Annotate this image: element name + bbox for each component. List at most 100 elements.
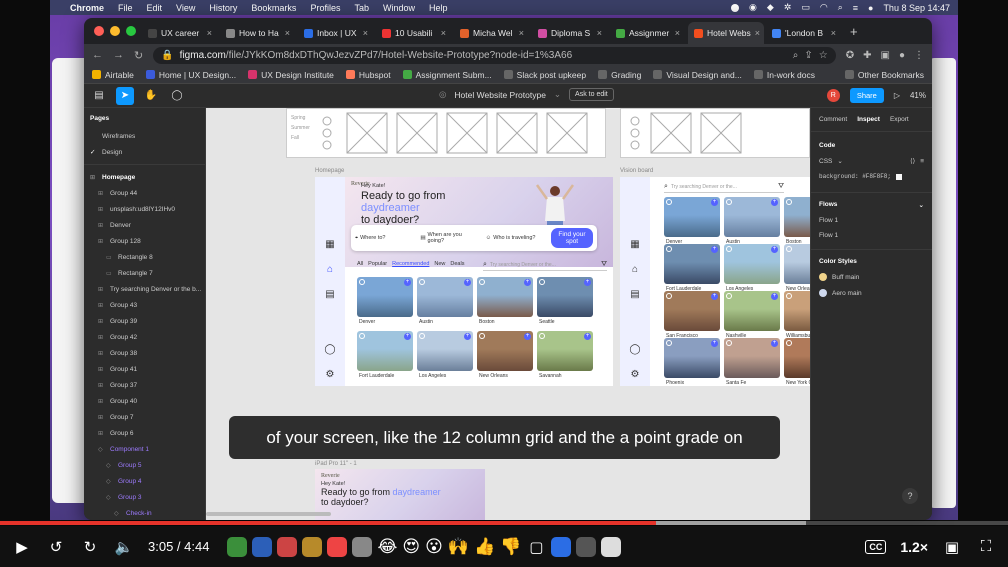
close-tab-icon[interactable]: × xyxy=(675,28,680,38)
file-title[interactable]: Hotel Website Prototype xyxy=(454,90,546,100)
layer-item[interactable]: ⊞ Try searching Denver or the b... xyxy=(84,281,205,297)
layer-item[interactable]: ⊞ Group 42 xyxy=(84,329,205,345)
layer-item[interactable]: ⊞ Homepage xyxy=(84,169,205,185)
bookmark-item[interactable]: Other Bookmarks xyxy=(844,70,924,80)
wifi-icon[interactable]: ◠ xyxy=(820,2,828,13)
zoom-magnifier-icon[interactable]: ⌕ xyxy=(793,50,799,61)
bookmark-item[interactable]: Slack post upkeep xyxy=(503,70,586,80)
layer-item[interactable]: ⊞ Group 6 xyxy=(84,425,205,441)
record-icon[interactable] xyxy=(730,3,739,12)
puzzle-icon[interactable]: ✚ xyxy=(863,50,871,61)
menu-tab[interactable]: Tab xyxy=(354,3,369,13)
forward-icon[interactable]: → xyxy=(113,49,124,61)
share-page-icon[interactable]: ⇪ xyxy=(804,50,812,61)
browser-tab[interactable]: 10 Usabili × xyxy=(376,22,452,44)
play-icon[interactable]: ▶ xyxy=(12,538,32,556)
menu-history[interactable]: History xyxy=(209,3,237,13)
bookmark-item[interactable]: Grading xyxy=(598,70,641,80)
close-tab-icon[interactable]: × xyxy=(519,28,524,38)
menu-profiles[interactable]: Profiles xyxy=(310,3,340,13)
bookmark-item[interactable]: Airtable xyxy=(92,70,134,80)
browser-tab[interactable]: How to Ha × xyxy=(220,22,296,44)
flow-item[interactable]: Flow 1 xyxy=(811,228,932,243)
layer-item[interactable]: ◇ Group 3 xyxy=(84,489,205,505)
layer-item[interactable]: ◇ Component 1 xyxy=(84,441,205,457)
close-tab-icon[interactable]: × xyxy=(207,28,212,38)
browser-tab[interactable]: Assignmer × xyxy=(610,22,686,44)
browser-tab[interactable]: Diploma S × xyxy=(532,22,608,44)
search-icon[interactable]: ⌕ xyxy=(838,2,843,13)
captions-button[interactable]: CC xyxy=(865,539,887,554)
bookmark-item[interactable]: Hubspot xyxy=(345,70,391,80)
color-style-item[interactable]: Buff main xyxy=(811,269,932,285)
settings-icon[interactable]: ✲ xyxy=(784,2,792,13)
bookmark-star-icon[interactable]: ☆ xyxy=(819,50,828,61)
comment-tool-icon[interactable]: ◯ xyxy=(168,87,186,105)
rewind-icon[interactable]: ↺ xyxy=(46,538,66,556)
chevron-down-icon[interactable]: ⌄ xyxy=(919,201,924,209)
ipad-frame-label[interactable]: iPad Pro 11" - 1 xyxy=(315,461,357,467)
move-tool-icon[interactable]: ➤ xyxy=(116,86,134,105)
volume-icon[interactable]: 🔈 xyxy=(114,538,134,556)
layer-item[interactable]: ◇ Group 4 xyxy=(84,473,205,489)
forward-icon[interactable]: ↻ xyxy=(80,538,100,556)
layer-item[interactable]: ⊞ Group 37 xyxy=(84,377,205,393)
layer-item[interactable]: ⊞ Group 7 xyxy=(84,409,205,425)
layer-item[interactable]: ⊞ Group 39 xyxy=(84,313,205,329)
sidebar-icon[interactable]: ▣ xyxy=(881,50,890,61)
browser-tab[interactable]: 'London B × xyxy=(766,22,842,44)
browser-tab[interactable]: Hotel Webs × xyxy=(688,22,764,44)
close-window-button[interactable] xyxy=(94,26,104,36)
siri-icon[interactable]: ● xyxy=(868,3,873,13)
page-wireframes[interactable]: Wireframes xyxy=(84,128,205,144)
bookmark-item[interactable]: Assignment Subm... xyxy=(402,70,492,80)
hand-tool-icon[interactable]: ✋ xyxy=(142,87,160,105)
close-tab-icon[interactable]: × xyxy=(831,28,836,38)
layer-item[interactable]: ◇ Group 5 xyxy=(84,457,205,473)
css-select[interactable]: CSS ⌄ ⟨⟩ ≡ xyxy=(811,153,932,169)
page-design[interactable]: ✓ Design xyxy=(84,144,205,160)
layer-item[interactable]: ⊞ Group 40 xyxy=(84,393,205,409)
bookmark-item[interactable]: Visual Design and... xyxy=(653,70,742,80)
tab-inspect[interactable]: Inspect xyxy=(857,116,880,123)
menu-edit[interactable]: Edit xyxy=(147,3,163,13)
bookmark-item[interactable]: Home | UX Design... xyxy=(145,70,236,80)
share-button[interactable]: Share xyxy=(849,88,884,103)
list-view-icon[interactable]: ≡ xyxy=(920,158,924,165)
close-tab-icon[interactable]: × xyxy=(285,28,290,38)
zoom-window-button[interactable] xyxy=(126,26,136,36)
tab-comment[interactable]: Comment xyxy=(819,116,847,123)
close-tab-icon[interactable]: × xyxy=(363,28,368,38)
menubar-clock[interactable]: Thu 8 Sep 14:47 xyxy=(883,3,950,13)
layer-item[interactable]: ⊞ Group 128 xyxy=(84,233,205,249)
menubar-app-name[interactable]: Chrome xyxy=(70,3,104,13)
control-center-icon[interactable]: ≡ xyxy=(853,3,858,13)
back-icon[interactable]: ← xyxy=(92,49,103,61)
fullscreen-icon[interactable]: ⛶ xyxy=(976,538,996,555)
battery-icon[interactable]: ▭ xyxy=(801,2,810,13)
zoom-level[interactable]: 41% xyxy=(910,91,926,100)
browser-tab[interactable]: Inbox | UX × xyxy=(298,22,374,44)
close-tab-icon[interactable]: × xyxy=(597,28,602,38)
vision-board-frame[interactable]: ▦ ⌂ ▤ ◯ ⚙ ⓘ ⌕Try searching Denver or the… xyxy=(620,177,810,386)
chevron-down-icon[interactable]: ⌄ xyxy=(554,89,561,100)
ask-to-edit-button[interactable]: Ask to edit xyxy=(569,88,614,101)
close-tab-icon[interactable]: × xyxy=(441,28,446,38)
browser-tab[interactable]: Micha Wel × xyxy=(454,22,530,44)
layer-item[interactable]: ⊞ Group 41 xyxy=(84,361,205,377)
extension-icon[interactable]: ✪ xyxy=(846,50,854,61)
url-bar[interactable]: 🔒 figma.com/file/JYkKOm8dxDThQwJezvZPd7/… xyxy=(153,46,836,64)
tab-export[interactable]: Export xyxy=(890,116,909,123)
flow-item[interactable]: Flow 1 xyxy=(811,213,932,228)
menu-file[interactable]: File xyxy=(118,3,133,13)
new-tab-button[interactable]: + xyxy=(844,24,864,39)
chat-icon[interactable]: ▢ xyxy=(526,538,546,556)
canvas-scrollbar[interactable] xyxy=(206,512,331,516)
profile-avatar[interactable]: ● xyxy=(899,50,905,61)
main-menu-icon[interactable]: ▤ xyxy=(90,87,108,105)
menu-help[interactable]: Help xyxy=(429,3,448,13)
layer-item[interactable]: ⊞ unsplash:ud8lY12IHv0 xyxy=(84,201,205,217)
color-style-item[interactable]: Aero main xyxy=(811,285,932,301)
menu-bookmarks[interactable]: Bookmarks xyxy=(251,3,296,13)
vision-board-frame-label[interactable]: Vision board xyxy=(620,168,653,174)
